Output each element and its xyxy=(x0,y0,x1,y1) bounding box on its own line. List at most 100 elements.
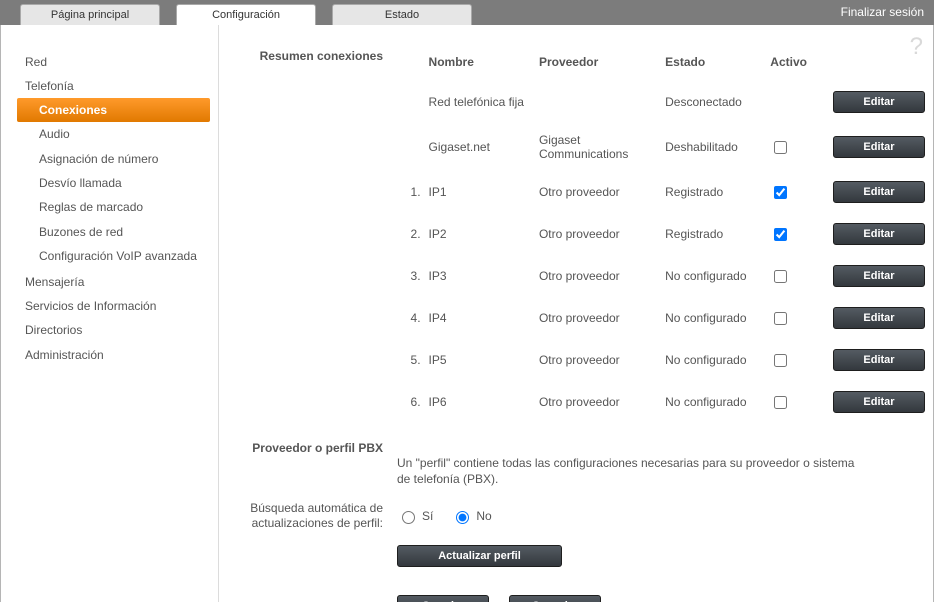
sidebar-sub-network-mailboxes[interactable]: Buzones de red xyxy=(17,220,218,244)
row-name: IP6 xyxy=(429,381,539,423)
row-index: 6. xyxy=(397,381,429,423)
cancel-button[interactable]: Cancelar xyxy=(509,595,601,602)
sidebar-sub-call-diversion[interactable]: Desvío llamada xyxy=(17,171,218,195)
signout-link[interactable]: Finalizar sesión xyxy=(841,0,924,25)
radio-yes-label: Sí xyxy=(422,509,433,523)
row-state: Registrado xyxy=(665,213,770,255)
radio-yes[interactable] xyxy=(402,511,415,524)
sidebar-sub-advanced-voip[interactable]: Configuración VoIP avanzada xyxy=(17,244,218,268)
th-provider: Proveedor xyxy=(539,49,665,81)
active-checkbox[interactable] xyxy=(774,354,787,367)
row-state: No configurado xyxy=(665,255,770,297)
row-actions: Editar xyxy=(817,255,933,297)
radio-no-label: No xyxy=(476,509,491,523)
row-actions: Editar xyxy=(817,123,933,171)
tab-configuration[interactable]: Configuración xyxy=(176,4,316,25)
active-checkbox[interactable] xyxy=(774,396,787,409)
auto-search-label: Búsqueda automática de actualizaciones d… xyxy=(219,501,397,531)
tab-home[interactable]: Página principal xyxy=(20,4,160,25)
row-state: Deshabilitado xyxy=(665,123,770,171)
sidebar-sub-audio[interactable]: Audio xyxy=(17,122,218,146)
active-checkbox[interactable] xyxy=(774,312,787,325)
row-provider: Gigaset Communications xyxy=(539,123,665,171)
row-active-cell xyxy=(770,255,817,297)
row-state: No configurado xyxy=(665,381,770,423)
sidebar-sub-connections[interactable]: Conexiones xyxy=(17,98,210,122)
row-provider: Otro proveedor xyxy=(539,213,665,255)
row-provider: Otro proveedor xyxy=(539,255,665,297)
sidebar-sub-dial-rules[interactable]: Reglas de marcado xyxy=(17,195,218,219)
sidebar-item-network[interactable]: Red xyxy=(25,51,218,73)
row-state: No configurado xyxy=(665,339,770,381)
table-row: 5.IP5Otro proveedorNo configuradoEditar xyxy=(397,339,933,381)
table-row: 6.IP6Otro proveedorNo configuradoEditar xyxy=(397,381,933,423)
radio-no[interactable] xyxy=(456,511,469,524)
th-state: Estado xyxy=(665,49,770,81)
row-index: 3. xyxy=(397,255,429,297)
section-title-connections: Resumen conexiones xyxy=(219,49,397,63)
section-pbx: Proveedor o perfil PBX xyxy=(219,441,933,455)
row-index: 1. xyxy=(397,171,429,213)
pbx-description: Un "perfil" contiene todas las configura… xyxy=(397,455,867,487)
row-actions: Editar xyxy=(817,381,933,423)
sidebar-item-infoservices[interactable]: Servicios de Información xyxy=(25,295,218,317)
help-icon[interactable]: ? xyxy=(910,33,923,61)
top-tabs: Página principal Configuración Estado xyxy=(20,4,472,25)
row-provider: Otro proveedor xyxy=(539,171,665,213)
sidebar-item-directories[interactable]: Directorios xyxy=(25,319,218,341)
tab-status[interactable]: Estado xyxy=(332,4,472,25)
active-checkbox[interactable] xyxy=(774,228,787,241)
row-provider xyxy=(539,81,665,123)
row-actions: Editar xyxy=(817,339,933,381)
row-provider: Otro proveedor xyxy=(539,339,665,381)
edit-button[interactable]: Editar xyxy=(833,349,925,371)
row-active-cell xyxy=(770,339,817,381)
row-actions: Editar xyxy=(817,297,933,339)
update-profile-button[interactable]: Actualizar perfil xyxy=(397,545,562,567)
row-active-cell xyxy=(770,381,817,423)
table-row: 2.IP2Otro proveedorRegistradoEditar xyxy=(397,213,933,255)
row-name: Gigaset.net xyxy=(429,123,539,171)
active-checkbox[interactable] xyxy=(774,270,787,283)
page: ? Red Telefonía Conexiones Audio Asignac… xyxy=(0,25,934,602)
row-active-cell xyxy=(770,171,817,213)
active-checkbox[interactable] xyxy=(774,141,787,154)
th-name: Nombre xyxy=(429,49,539,81)
edit-button[interactable]: Editar xyxy=(833,136,925,158)
section-title-pbx: Proveedor o perfil PBX xyxy=(219,441,397,455)
sidebar-item-administration[interactable]: Administración xyxy=(25,344,218,366)
active-checkbox[interactable] xyxy=(774,186,787,199)
content: Resumen conexiones Nombre Proveedor Esta… xyxy=(219,25,933,602)
row-actions: Editar xyxy=(817,213,933,255)
row-active-cell xyxy=(770,297,817,339)
row-name: IP1 xyxy=(429,171,539,213)
row-active-cell xyxy=(770,213,817,255)
row-name: IP2 xyxy=(429,213,539,255)
edit-button[interactable]: Editar xyxy=(833,91,925,113)
edit-button[interactable]: Editar xyxy=(833,223,925,245)
row-provider: Otro proveedor xyxy=(539,297,665,339)
row-name: IP4 xyxy=(429,297,539,339)
row-actions: Editar xyxy=(817,171,933,213)
radio-no-wrap[interactable]: No xyxy=(451,508,491,524)
table-row: 4.IP4Otro proveedorNo configurado Editar xyxy=(397,297,933,339)
edit-button[interactable]: Editar xyxy=(833,307,925,329)
table-row: Gigaset.netGigaset CommunicationsDeshabi… xyxy=(397,123,933,171)
row-index: 4. xyxy=(397,297,429,339)
row-actions: Editar xyxy=(817,81,933,123)
row-state: No configurado xyxy=(665,297,770,339)
connections-table: Nombre Proveedor Estado Activo Red telef… xyxy=(397,49,933,423)
table-row: Red telefónica fijaDesconectadoEditar xyxy=(397,81,933,123)
edit-button[interactable]: Editar xyxy=(833,181,925,203)
row-active-cell xyxy=(770,81,817,123)
row-state: Registrado xyxy=(665,171,770,213)
row-active-cell xyxy=(770,123,817,171)
save-button[interactable]: Guardar xyxy=(397,595,489,602)
sidebar-item-messaging[interactable]: Mensajería xyxy=(25,271,218,293)
edit-button[interactable]: Editar xyxy=(833,391,925,413)
sidebar-sub-number-assignment[interactable]: Asignación de número xyxy=(17,147,218,171)
row-index xyxy=(397,81,429,123)
sidebar-item-telephony[interactable]: Telefonía xyxy=(25,75,218,97)
radio-yes-wrap[interactable]: Sí xyxy=(397,508,433,524)
edit-button[interactable]: Editar xyxy=(833,265,925,287)
